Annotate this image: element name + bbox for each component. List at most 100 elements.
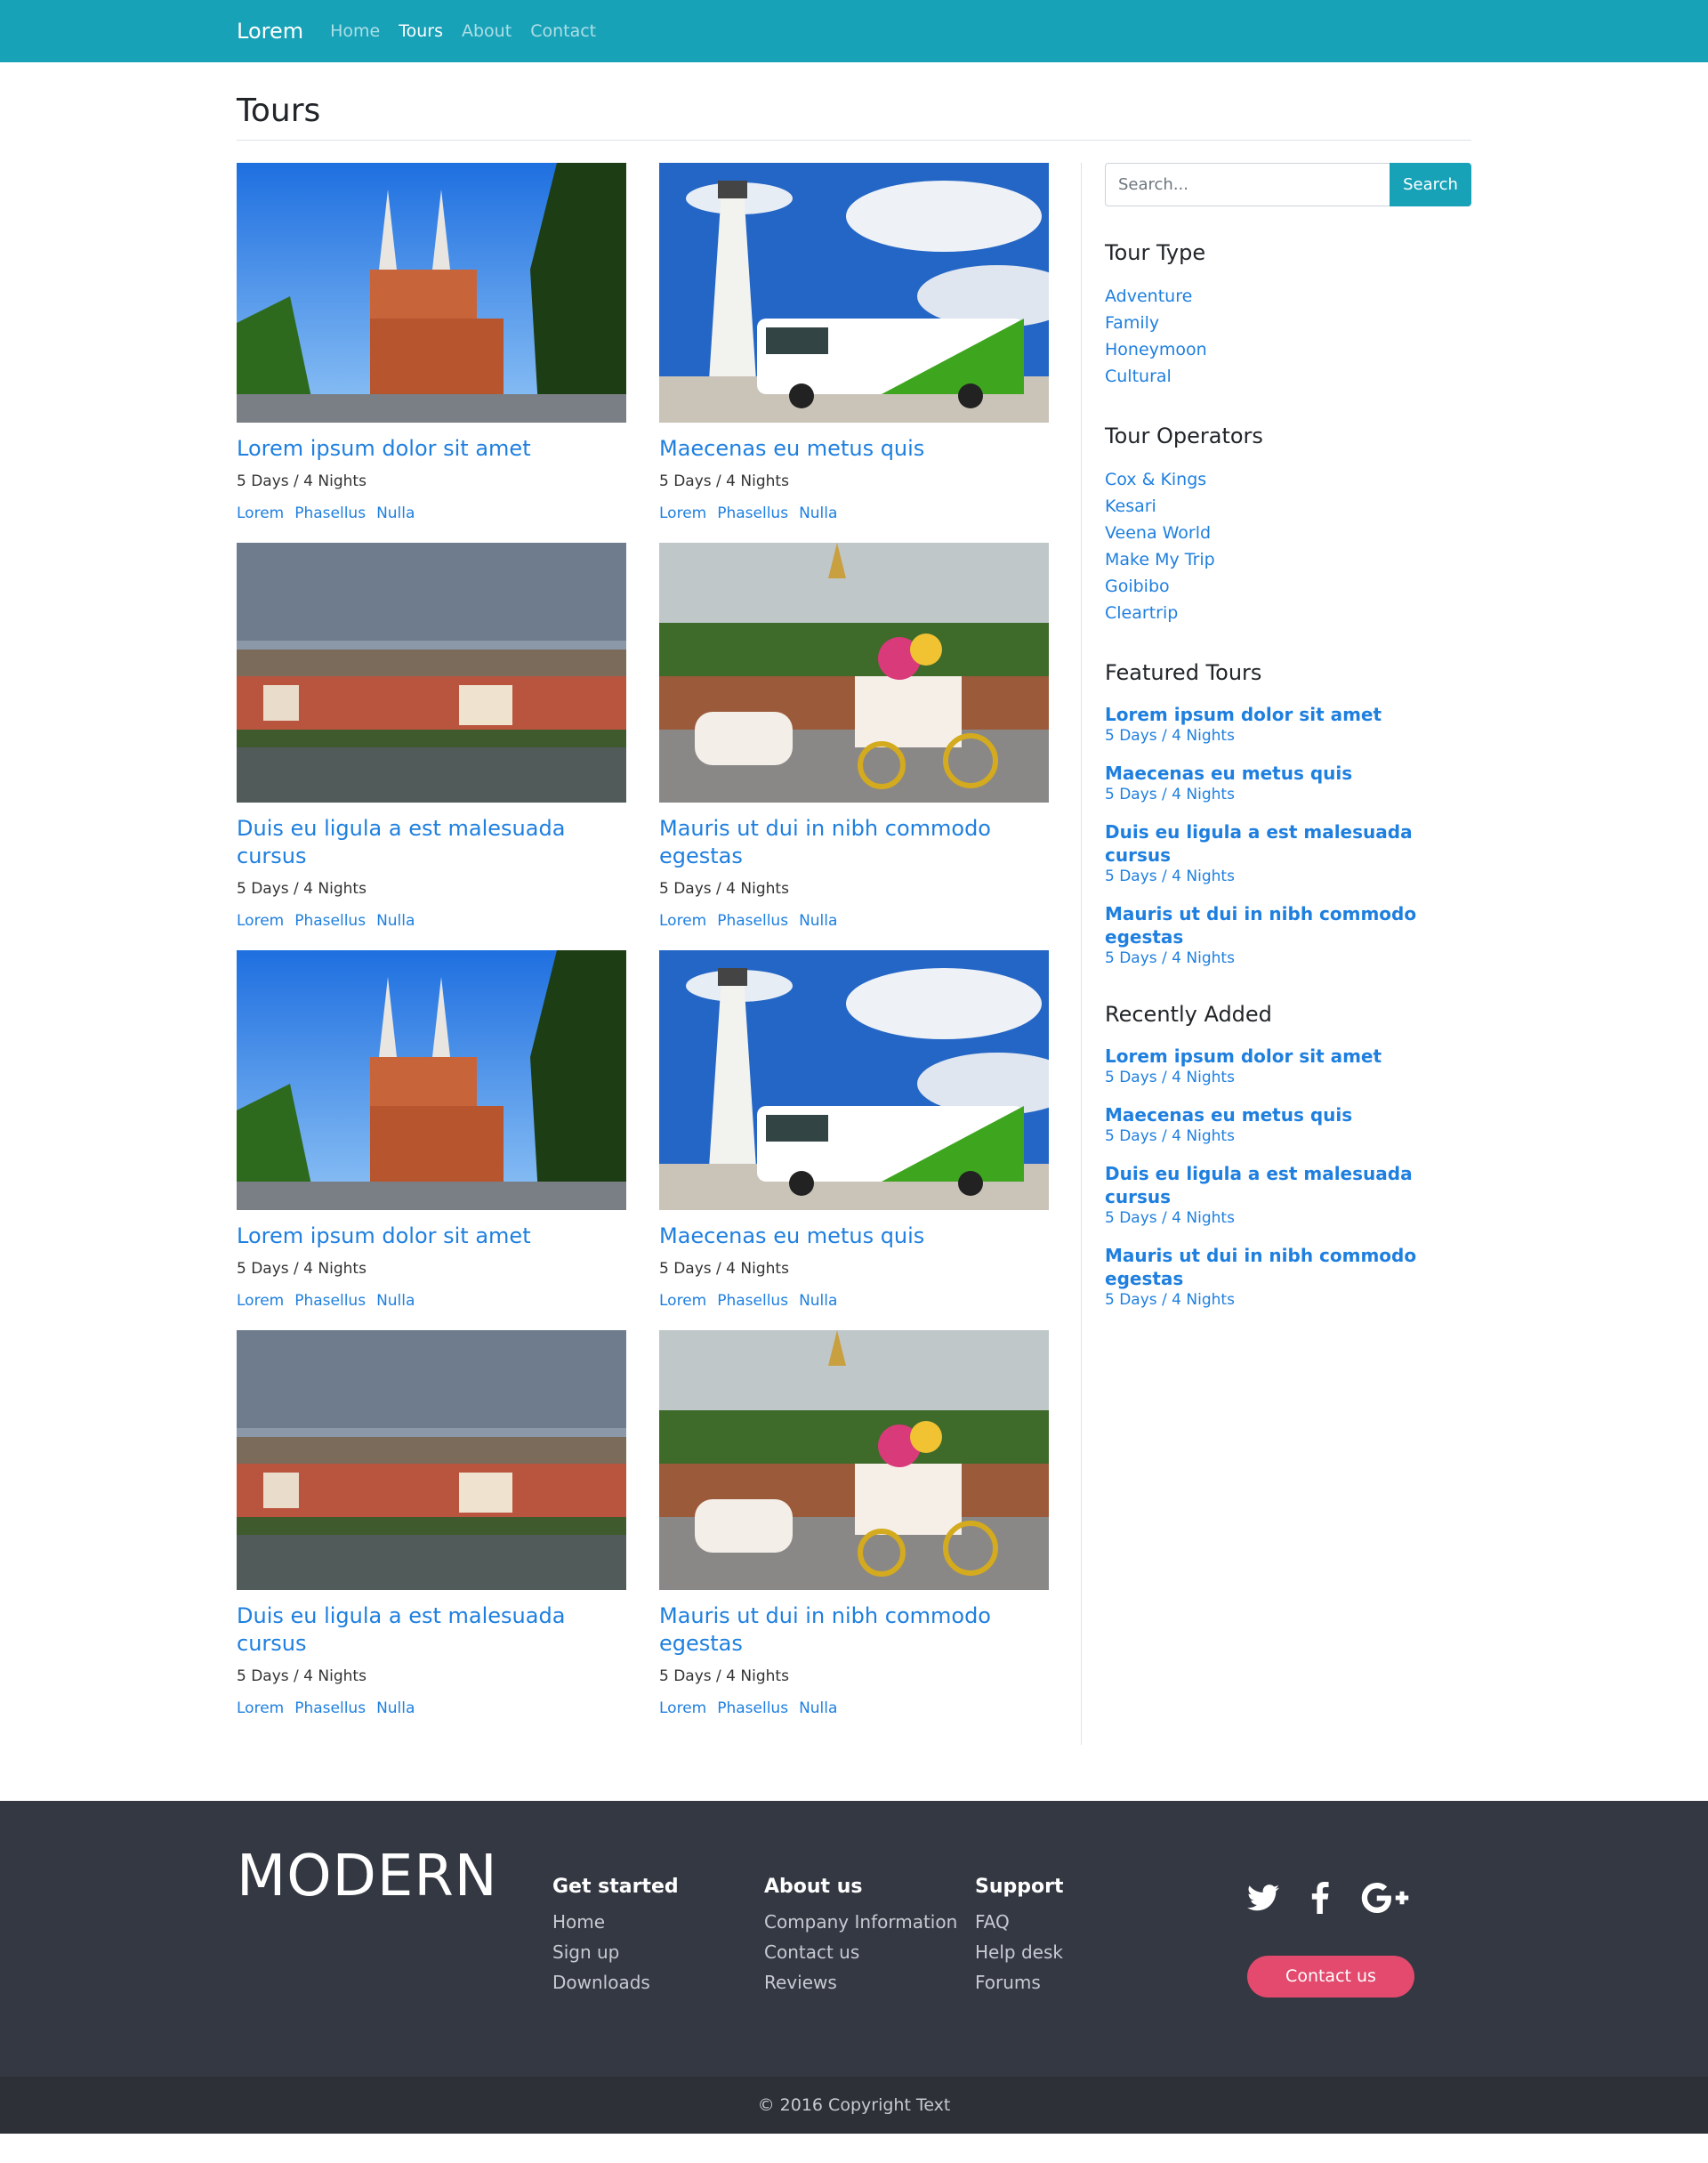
recent-tour-link[interactable]: Maecenas eu metus quis — [1105, 1103, 1471, 1126]
recent-tour-link[interactable]: Duis eu ligula a est malesuada cursus — [1105, 1162, 1471, 1208]
operator-link[interactable]: Kesari — [1105, 493, 1471, 520]
recent-tour-item: Duis eu ligula a est malesuada cursus 5 … — [1105, 1162, 1471, 1228]
google-plus-icon[interactable] — [1361, 1883, 1409, 1913]
contact-us-button[interactable]: Contact us — [1247, 1956, 1414, 1998]
tour-type-heading: Tour Type — [1105, 240, 1206, 265]
tour-tag-link[interactable]: Nulla — [799, 1292, 837, 1310]
tour-title-link[interactable]: Mauris ut dui in nibh commodo egestas — [659, 815, 1049, 870]
tour-tag-link[interactable]: Nulla — [376, 1292, 415, 1310]
footer-link[interactable]: Sign up — [552, 1937, 679, 1967]
tour-tag-link[interactable]: Phasellus — [717, 1292, 788, 1310]
operator-link[interactable]: Veena World — [1105, 520, 1471, 546]
tour-title-link[interactable]: Mauris ut dui in nibh commodo egestas — [659, 1602, 1049, 1658]
search-input[interactable] — [1105, 163, 1390, 206]
tour-title-link[interactable]: Duis eu ligula a est malesuada cursus — [237, 1602, 626, 1658]
tour-tag-link[interactable]: Lorem — [237, 1292, 284, 1310]
footer-link[interactable]: Contact us — [764, 1937, 957, 1967]
tour-tag-link[interactable]: Phasellus — [294, 1699, 366, 1717]
main-container: Tours Lorem ipsum dolor sit amet 5 Days /… — [237, 62, 1471, 1745]
nav-link-tours[interactable]: Tours — [399, 21, 443, 41]
tour-tag-link[interactable]: Lorem — [659, 1292, 706, 1310]
tour-duration: 5 Days / 4 Nights — [659, 1260, 789, 1278]
nav-link-about[interactable]: About — [462, 21, 512, 41]
tour-tag-link[interactable]: Lorem — [237, 504, 284, 522]
footer-link[interactable]: Home — [552, 1907, 679, 1937]
cathedral-photo[interactable] — [237, 950, 626, 1210]
tour-tag-link[interactable]: Nulla — [376, 504, 415, 522]
operator-link[interactable]: Cleartrip — [1105, 600, 1471, 626]
tour-tags: Lorem Phasellus Nulla — [659, 1699, 1049, 1718]
footer-link[interactable]: Help desk — [975, 1937, 1063, 1967]
tour-tag-link[interactable]: Nulla — [376, 912, 415, 930]
tour-card: Maecenas eu metus quis 5 Days / 4 Nights L… — [659, 950, 1049, 1311]
tour-title-link[interactable]: Maecenas eu metus quis — [659, 1223, 1049, 1250]
tour-tag-link[interactable]: Nulla — [799, 504, 837, 522]
footer-column-title: Support — [975, 1876, 1064, 1898]
tour-tag-link[interactable]: Phasellus — [294, 504, 366, 522]
lighthouse-bus-photo[interactable] — [659, 950, 1049, 1210]
operator-link[interactable]: Make My Trip — [1105, 546, 1471, 573]
featured-tours-heading: Featured Tours — [1105, 660, 1262, 685]
tour-type-link[interactable]: Cultural — [1105, 363, 1471, 390]
recent-tour-link[interactable]: Lorem ipsum dolor sit amet — [1105, 1045, 1471, 1068]
lighthouse-bus-photo[interactable] — [659, 163, 1049, 423]
nav-link-home[interactable]: Home — [330, 21, 380, 41]
tour-title-link[interactable]: Duis eu ligula a est malesuada cursus — [237, 815, 626, 870]
tour-tag-link[interactable]: Lorem — [237, 1699, 284, 1717]
tour-tag-link[interactable]: Lorem — [659, 1699, 706, 1717]
recent-tour-item: Mauris ut dui in nibh commodo egestas 5 … — [1105, 1244, 1471, 1310]
twitter-icon[interactable] — [1247, 1885, 1279, 1911]
tour-tag-link[interactable]: Phasellus — [717, 912, 788, 930]
tour-type-link[interactable]: Honeymoon — [1105, 336, 1471, 363]
operator-link[interactable]: Cox & Kings — [1105, 466, 1471, 493]
footer-link[interactable]: FAQ — [975, 1907, 1063, 1937]
recent-tour-item: Lorem ipsum dolor sit amet 5 Days / 4 Ni… — [1105, 1045, 1471, 1087]
recent-tour-link[interactable]: Mauris ut dui in nibh commodo egestas — [1105, 1244, 1471, 1290]
footer-column-title: Get started — [552, 1876, 679, 1898]
tour-tag-link[interactable]: Phasellus — [717, 504, 788, 522]
riverside-city-photo[interactable] — [237, 1330, 626, 1590]
footer-link[interactable]: Forums — [975, 1967, 1063, 1998]
footer-link[interactable]: Company Information — [764, 1907, 957, 1937]
featured-tour-link[interactable]: Maecenas eu metus quis — [1105, 762, 1471, 785]
page-title: Tours — [237, 93, 321, 129]
tour-title-link[interactable]: Lorem ipsum dolor sit amet — [237, 435, 626, 463]
tour-tag-link[interactable]: Phasellus — [294, 912, 366, 930]
featured-tour-link[interactable]: Duis eu ligula a est malesuada cursus — [1105, 820, 1471, 867]
operator-link[interactable]: Goibibo — [1105, 573, 1471, 600]
tour-tag-link[interactable]: Nulla — [799, 1699, 837, 1717]
tour-tag-link[interactable]: Phasellus — [294, 1292, 366, 1310]
featured-tour-link[interactable]: Mauris ut dui in nibh commodo egestas — [1105, 902, 1471, 948]
navbar-brand[interactable]: Lorem — [237, 19, 303, 44]
tour-tag-link[interactable]: Nulla — [799, 912, 837, 930]
footer-link[interactable]: Downloads — [552, 1967, 679, 1998]
tour-tag-link[interactable]: Lorem — [659, 912, 706, 930]
facebook-icon[interactable] — [1311, 1882, 1329, 1914]
search-form: Search — [1105, 163, 1471, 206]
tour-title-link[interactable]: Maecenas eu metus quis — [659, 435, 1049, 463]
tour-duration: 5 Days / 4 Nights — [237, 1667, 367, 1685]
recently-added-heading: Recently Added — [1105, 1002, 1272, 1027]
tour-title-link[interactable]: Lorem ipsum dolor sit amet — [237, 1223, 626, 1250]
recent-tour-duration: 5 Days / 4 Nights — [1105, 1069, 1235, 1086]
nav-link-contact[interactable]: Contact — [530, 21, 596, 41]
tour-tags: Lorem Phasellus Nulla — [237, 911, 626, 931]
tour-tag-link[interactable]: Lorem — [659, 504, 706, 522]
tour-card: Mauris ut dui in nibh commodo egestas 5 D… — [659, 543, 1049, 931]
search-button[interactable]: Search — [1390, 163, 1471, 206]
tour-card: Duis eu ligula a est malesuada cursus 5 D… — [237, 543, 626, 931]
tour-tag-link[interactable]: Nulla — [376, 1699, 415, 1717]
footer-column-support: Support FAQ Help desk Forums — [975, 1876, 1063, 1998]
tour-type-link[interactable]: Family — [1105, 310, 1471, 336]
featured-tour-link[interactable]: Lorem ipsum dolor sit amet — [1105, 703, 1471, 726]
tour-type-link[interactable]: Adventure — [1105, 283, 1471, 310]
footer-link[interactable]: Reviews — [764, 1967, 957, 1998]
tour-tag-link[interactable]: Phasellus — [717, 1699, 788, 1717]
riverside-city-photo[interactable] — [237, 543, 626, 803]
tour-tag-link[interactable]: Lorem — [237, 912, 284, 930]
tour-card: Lorem ipsum dolor sit amet 5 Days / 4 Nig… — [237, 950, 626, 1311]
featured-tour-duration: 5 Days / 4 Nights — [1105, 868, 1235, 885]
horse-carriage-photo[interactable] — [659, 1330, 1049, 1590]
horse-carriage-photo[interactable] — [659, 543, 1049, 803]
cathedral-photo[interactable] — [237, 163, 626, 423]
